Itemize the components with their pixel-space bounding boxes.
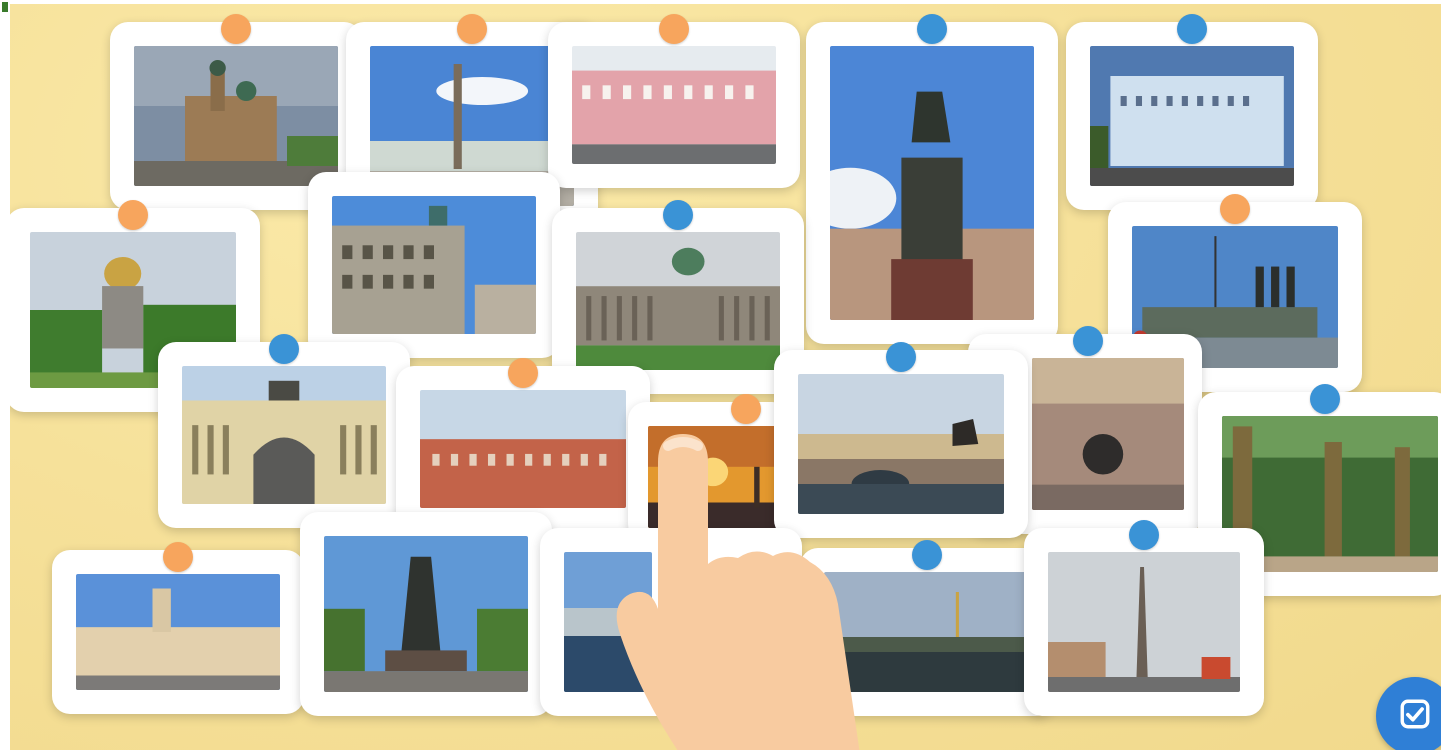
photo-card-nicholas-monument[interactable] [806,14,1058,344]
photo-card-general-staff-arch[interactable] [158,334,410,528]
pin-orange [221,14,251,44]
photo-card-anichkov-bridge[interactable] [774,342,1028,538]
photo-moscow-station [76,574,280,690]
photo-card-singer-house[interactable] [308,172,560,358]
pin-blue [886,342,916,372]
photo-card-arsenal-building[interactable] [396,358,650,532]
photo-nicholas-monument [830,46,1034,320]
photo-card-catherine-monument[interactable] [300,512,552,716]
photo-card-neva-embankment[interactable] [540,528,802,716]
photo-sphere-fountain [1032,358,1184,510]
photo-rostral-column-sunset [648,426,778,528]
photo-catherine-monument [324,536,528,692]
pin-blue [663,200,693,230]
pin-orange [508,358,538,388]
pin-orange [457,14,487,44]
pin-orange [659,14,689,44]
photo-card-moscow-station[interactable] [52,542,304,714]
photo-card-naval-institute[interactable] [1066,14,1318,210]
pin-blue [1177,14,1207,44]
photo-arsenal-building [420,390,626,508]
pin-orange [731,394,761,424]
photo-singer-house [332,196,536,334]
pin-blue [917,14,947,44]
photo-savior-on-spilled-blood [134,46,338,186]
photo-naval-institute [1090,46,1294,186]
corner-marker [2,2,8,12]
game-board [10,4,1441,750]
photo-anichkov-bridge [798,374,1004,514]
pin-blue [1129,520,1159,550]
photo-neva-embankment [564,552,652,692]
photo-pink-palace [572,46,776,164]
pin-orange [163,542,193,572]
photo-obelisk-square [1048,552,1240,692]
photo-peter-paul-fortress [824,572,1030,692]
checkbox-check-icon [1400,699,1430,729]
photo-card-obelisk-square[interactable] [1024,520,1264,716]
photo-card-rostral-column-sunset[interactable] [628,394,790,542]
pin-orange [1220,194,1250,224]
check-answer-button[interactable] [1376,677,1441,750]
pin-orange [118,200,148,230]
photo-card-pink-palace[interactable] [548,14,800,188]
pin-blue [1310,384,1340,414]
photo-kazan-cathedral [576,232,780,370]
photo-general-staff-arch [182,366,386,504]
photo-card-peter-paul-fortress[interactable] [800,540,1054,716]
pin-blue [1073,326,1103,356]
pin-blue [912,540,942,570]
pin-blue [269,334,299,364]
